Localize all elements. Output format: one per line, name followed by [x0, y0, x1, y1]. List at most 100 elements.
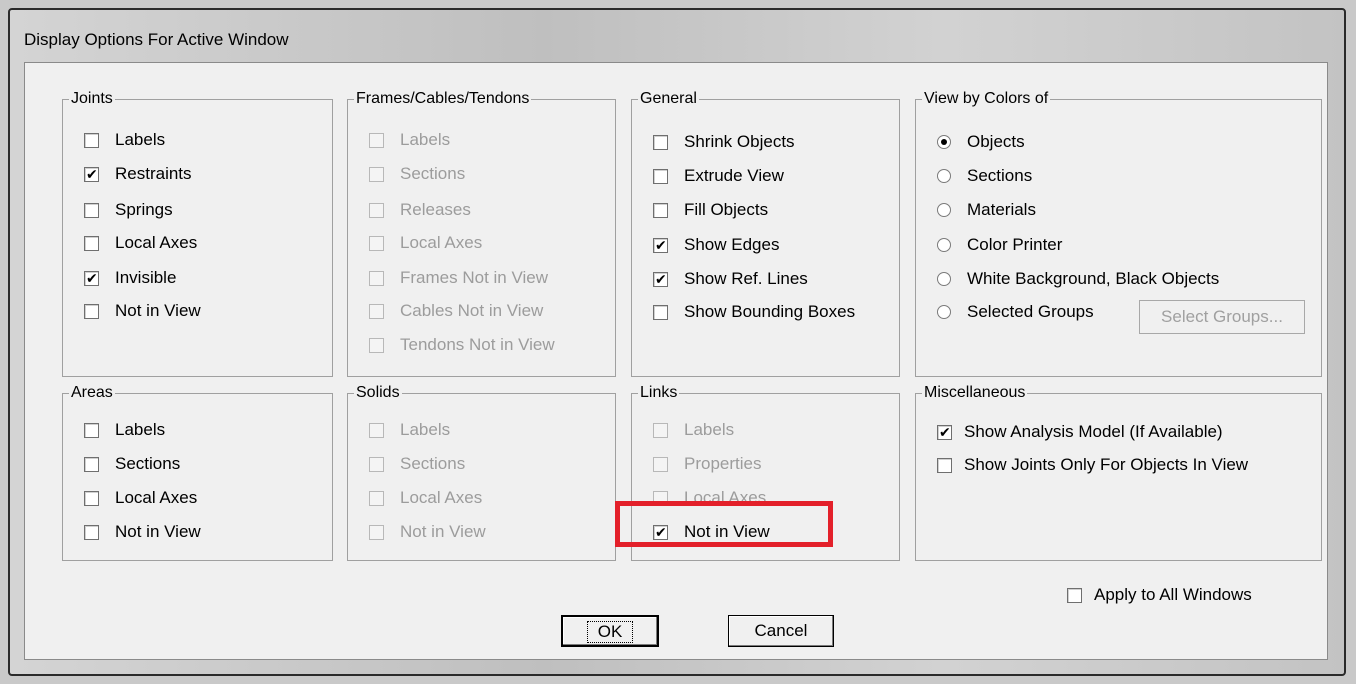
shrink-objects-option[interactable]: Shrink Objects	[653, 131, 795, 153]
show-bounding-boxes-option[interactable]: Show Bounding Boxes	[653, 301, 855, 323]
checkbox[interactable]	[84, 202, 99, 218]
checkbox[interactable]	[653, 202, 668, 218]
checkbox[interactable]	[937, 457, 952, 473]
checkbox[interactable]	[1067, 587, 1082, 603]
solids-group-title: Solids	[354, 383, 402, 403]
show-joints-only-option[interactable]: Show Joints Only For Objects In View	[937, 454, 1248, 476]
links-local-axes-option: Local Axes	[653, 487, 766, 509]
option-label: Labels	[115, 130, 166, 149]
option-label: Not in View	[400, 522, 486, 541]
selected-groups-option[interactable]: Selected Groups	[937, 301, 1094, 323]
frames-labels-option: Labels	[369, 129, 450, 151]
checkbox	[369, 166, 384, 182]
areas-not-in-view-option[interactable]: Not in View	[84, 521, 201, 543]
show-ref-lines-option[interactable]: Show Ref. Lines	[653, 268, 808, 290]
frames-group: Frames/Cables/Tendons Labels Sections Re…	[347, 89, 616, 377]
color-printer-option[interactable]: Color Printer	[937, 234, 1062, 256]
option-label: Sections	[400, 454, 466, 473]
areas-local-axes-option[interactable]: Local Axes	[84, 487, 197, 509]
checkbox	[653, 490, 668, 506]
white-background-option[interactable]: White Background, Black Objects	[937, 268, 1219, 290]
joints-springs-option[interactable]: Springs	[84, 199, 173, 221]
option-label: Show Analysis Model (If Available)	[964, 422, 1223, 441]
joints-invisible-option[interactable]: Invisible	[84, 267, 176, 289]
dialog-window: Display Options For Active Window Joints…	[8, 8, 1346, 676]
joints-local-axes-option[interactable]: Local Axes	[84, 232, 197, 254]
option-label: Show Edges	[684, 235, 780, 254]
tendons-not-in-view-option: Tendons Not in View	[369, 334, 555, 356]
solids-labels-option: Labels	[369, 419, 450, 441]
color-materials-option[interactable]: Materials	[937, 199, 1036, 221]
solids-group: Solids Labels Sections Local Axes Not in…	[347, 383, 616, 561]
option-label: Sections	[115, 454, 181, 473]
checkbox[interactable]	[84, 165, 99, 183]
option-label: Local Axes	[115, 488, 198, 507]
option-label: Labels	[115, 420, 166, 439]
radio-button[interactable]	[937, 203, 951, 217]
radio-button[interactable]	[937, 238, 951, 252]
option-label: Materials	[967, 200, 1036, 219]
links-not-in-view-option[interactable]: Not in View	[653, 521, 770, 543]
general-group: General Shrink Objects Extrude View Fill…	[631, 89, 900, 377]
option-label: Invisible	[115, 268, 177, 287]
checkbox[interactable]	[653, 168, 668, 184]
show-analysis-model-option[interactable]: Show Analysis Model (If Available)	[937, 421, 1223, 443]
checkbox[interactable]	[84, 422, 99, 438]
areas-labels-option[interactable]: Labels	[84, 419, 165, 441]
frames-releases-option: Releases	[369, 199, 471, 221]
checkbox[interactable]	[84, 490, 99, 506]
areas-group: Areas Labels Sections Local Axes Not in …	[62, 383, 333, 561]
checkbox	[369, 422, 384, 438]
radio-button[interactable]	[937, 169, 951, 183]
ok-button[interactable]: OK	[561, 615, 659, 647]
solids-sections-option: Sections	[369, 453, 465, 475]
checkbox	[369, 270, 384, 286]
checkbox[interactable]	[653, 236, 668, 254]
frames-group-title: Frames/Cables/Tendons	[354, 89, 532, 109]
miscellaneous-group: Miscellaneous Show Analysis Model (If Av…	[915, 383, 1322, 561]
checkbox[interactable]	[653, 270, 668, 288]
option-label: Local Axes	[115, 233, 198, 252]
checkbox	[369, 524, 384, 540]
option-label: Not in View	[115, 522, 201, 541]
checkbox[interactable]	[84, 235, 99, 251]
option-label: Sections	[400, 164, 466, 183]
color-sections-option[interactable]: Sections	[937, 165, 1032, 187]
areas-sections-option[interactable]: Sections	[84, 453, 180, 475]
checkbox[interactable]	[653, 304, 668, 320]
solids-not-in-view-option: Not in View	[369, 521, 486, 543]
title-bar[interactable]: Display Options For Active Window	[10, 10, 1344, 62]
radio-button[interactable]	[937, 135, 951, 149]
cancel-button[interactable]: Cancel	[728, 615, 834, 647]
joints-group: Joints Labels Restraints Springs Local A…	[62, 89, 333, 377]
checkbox[interactable]	[653, 134, 668, 150]
select-groups-button: Select Groups...	[1139, 300, 1305, 334]
checkbox[interactable]	[84, 269, 99, 287]
cables-not-in-view-option: Cables Not in View	[369, 300, 543, 322]
checkbox[interactable]	[84, 303, 99, 319]
checkbox[interactable]	[84, 132, 99, 148]
option-label: Color Printer	[967, 235, 1063, 254]
checkbox[interactable]	[84, 524, 99, 540]
checkbox[interactable]	[84, 456, 99, 472]
color-objects-option[interactable]: Objects	[937, 131, 1025, 153]
apply-to-all-windows-option[interactable]: Apply to All Windows	[1067, 584, 1252, 606]
checkbox	[369, 235, 384, 251]
checkbox[interactable]	[653, 523, 668, 541]
option-label: Fill Objects	[684, 200, 769, 219]
radio-button[interactable]	[937, 305, 951, 319]
joints-restraints-option[interactable]: Restraints	[84, 163, 192, 185]
checkbox	[653, 456, 668, 472]
joints-not-in-view-option[interactable]: Not in View	[84, 300, 201, 322]
extrude-view-option[interactable]: Extrude View	[653, 165, 784, 187]
option-label: Properties	[684, 454, 762, 473]
option-label: Restraints	[115, 164, 192, 183]
option-label: Cables Not in View	[400, 301, 544, 320]
radio-button[interactable]	[937, 272, 951, 286]
checkbox	[369, 337, 384, 353]
fill-objects-option[interactable]: Fill Objects	[653, 199, 768, 221]
show-edges-option[interactable]: Show Edges	[653, 234, 779, 256]
links-group: Links Labels Properties Local Axes Not i…	[631, 383, 900, 561]
checkbox[interactable]	[937, 423, 952, 441]
joints-labels-option[interactable]: Labels	[84, 129, 165, 151]
